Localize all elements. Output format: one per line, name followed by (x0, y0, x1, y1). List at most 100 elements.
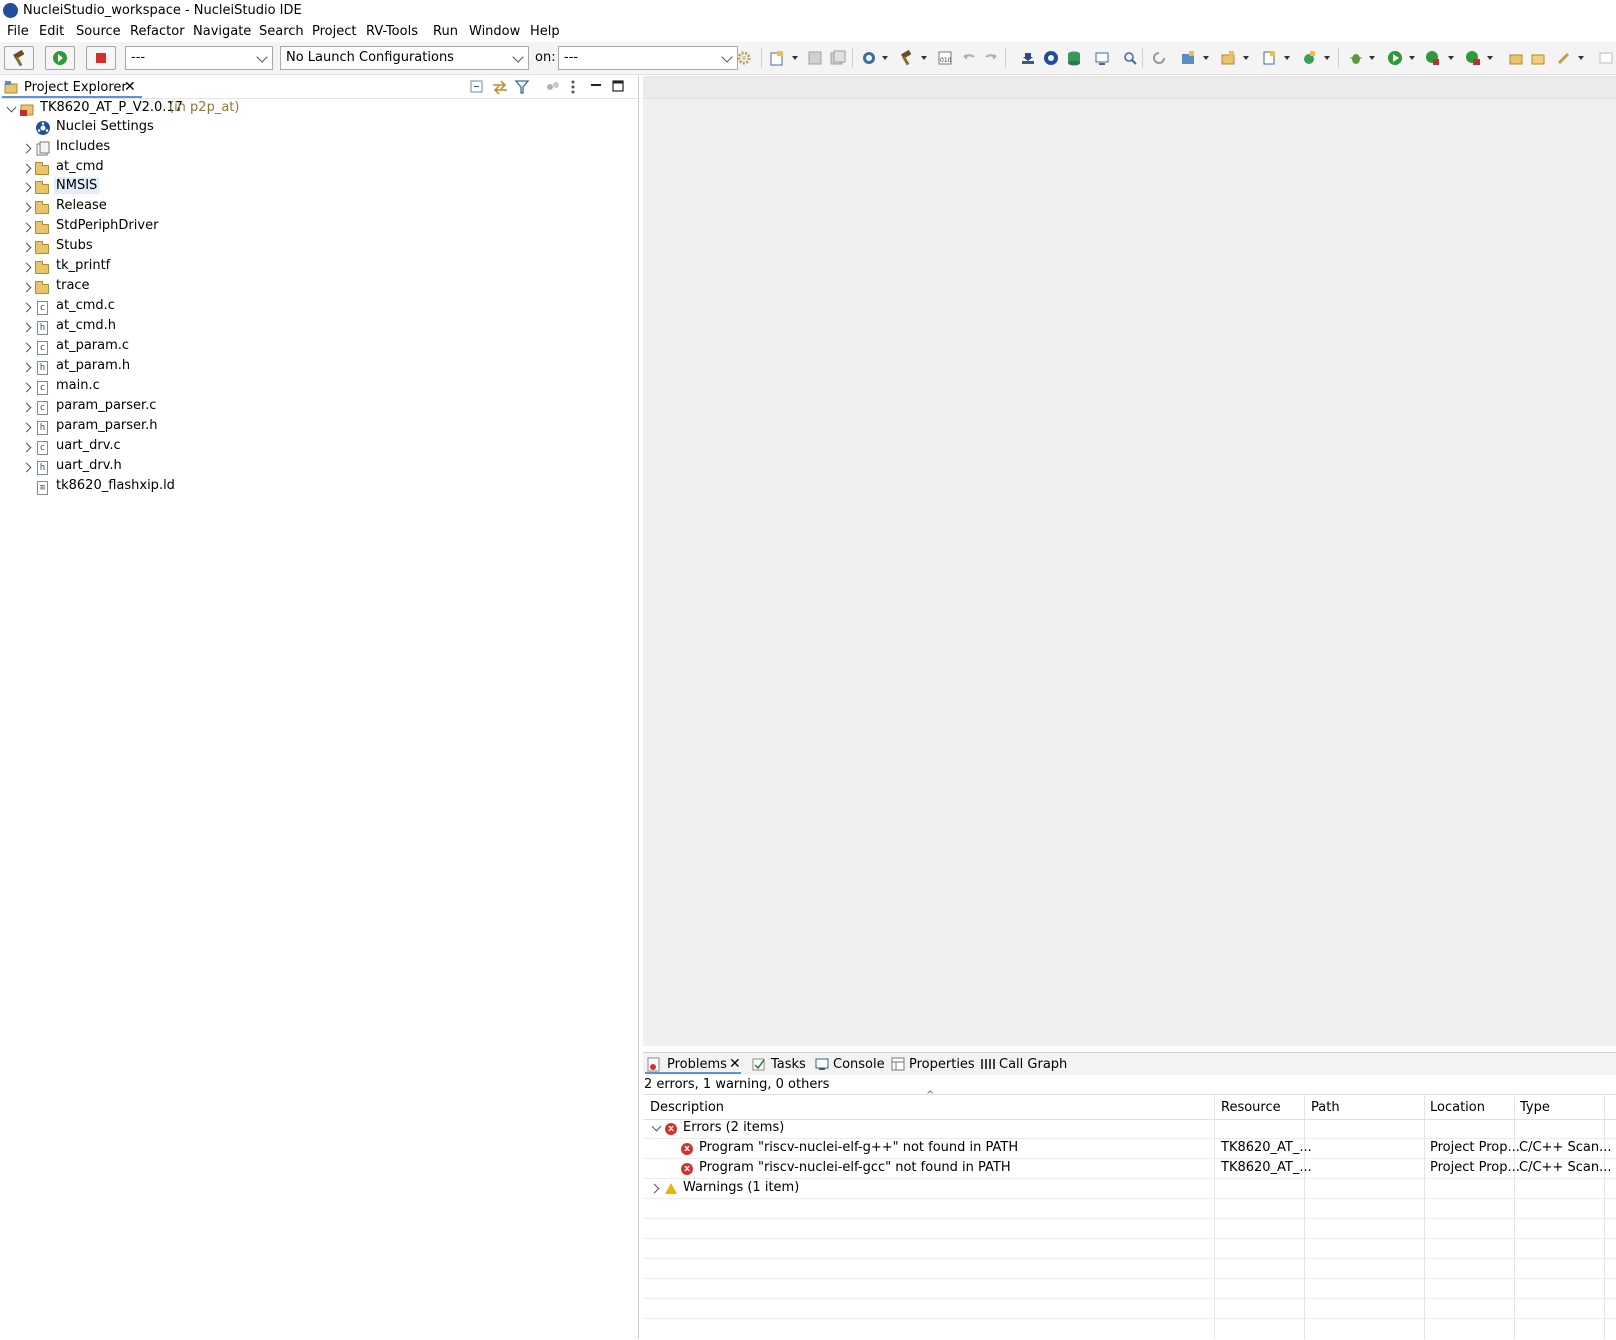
save-icon[interactable] (807, 50, 823, 66)
chevron-right-icon[interactable] (21, 163, 32, 174)
column-path[interactable]: Path (1311, 1100, 1340, 1115)
tab-tasks[interactable]: Tasks (771, 1057, 806, 1072)
terminal-icon[interactable] (1094, 50, 1110, 66)
debug-bug-icon[interactable] (1348, 50, 1364, 66)
chevron-right-icon[interactable] (21, 322, 32, 333)
sync-icon[interactable] (545, 79, 561, 95)
build-dropdown-icon[interactable] (921, 56, 927, 60)
table-row[interactable]: x Program "riscv-nuclei-elf-gcc" not fou… (643, 1159, 1616, 1179)
menu-refactor[interactable]: Refactor (130, 24, 185, 39)
pin-icon[interactable] (1556, 50, 1572, 66)
chevron-right-icon[interactable] (21, 362, 32, 373)
errors-group-row[interactable]: x Errors (2 items) (643, 1119, 1616, 1139)
maximize-icon[interactable] (611, 79, 625, 93)
tree-item[interactable]: tk_printf (20, 258, 620, 278)
undo-icon[interactable] (961, 50, 977, 66)
chevron-right-icon[interactable] (21, 342, 32, 353)
new-class-dropdown-icon[interactable] (1324, 56, 1330, 60)
chevron-right-icon[interactable] (21, 202, 32, 213)
new-project-dropdown-icon[interactable] (1203, 56, 1209, 60)
column-description[interactable]: Description (650, 1100, 724, 1115)
database-icon[interactable] (1066, 50, 1082, 66)
chevron-down-icon[interactable] (6, 102, 17, 113)
chevron-right-icon[interactable] (21, 182, 32, 193)
menu-rv-tools[interactable]: RV-Tools (366, 24, 418, 39)
tree-item[interactable]: ≡ tk8620_flashxip.ld (20, 478, 620, 498)
launch-config-combo[interactable]: No Launch Configurations (280, 46, 529, 70)
tree-item[interactable]: Includes (20, 139, 620, 159)
debug-target-icon[interactable] (861, 50, 877, 66)
tree-item[interactable]: c uart_drv.c (20, 438, 620, 458)
menu-search[interactable]: Search (259, 24, 304, 39)
perspective-icon[interactable] (1598, 50, 1614, 66)
new-icon[interactable] (769, 50, 785, 66)
launch-mode-combo[interactable]: --- (125, 46, 273, 70)
binary-icon[interactable]: 010 (937, 50, 953, 66)
column-location[interactable]: Location (1430, 1100, 1485, 1115)
tree-item[interactable]: trace (20, 278, 620, 298)
open-folder-dropdown-icon[interactable] (1243, 56, 1249, 60)
launch-settings-gear-icon[interactable] (736, 50, 752, 66)
chevron-right-icon[interactable] (21, 282, 32, 293)
chevron-right-icon[interactable] (21, 143, 32, 154)
chevron-right-icon[interactable] (21, 462, 32, 473)
menu-file[interactable]: File (7, 24, 29, 39)
new-project-icon[interactable] (1180, 50, 1196, 66)
tree-item[interactable]: Release (20, 198, 620, 218)
view-menu-icon[interactable] (568, 79, 578, 95)
tree-item[interactable]: c main.c (20, 378, 620, 398)
debug-target-dropdown-icon[interactable] (882, 56, 888, 60)
menu-navigate[interactable]: Navigate (193, 24, 251, 39)
menu-help[interactable]: Help (530, 24, 560, 39)
nuclei-icon[interactable] (1043, 50, 1059, 66)
chevron-right-icon[interactable] (21, 242, 32, 253)
link-with-editor-icon[interactable] (491, 79, 509, 95)
menu-run[interactable]: Run (433, 24, 458, 39)
tab-problems[interactable]: Problems (667, 1057, 727, 1072)
pin-dropdown-icon[interactable] (1578, 56, 1584, 60)
build-hammer-icon[interactable] (898, 50, 914, 66)
project-explorer-tab[interactable]: Project Explorer (24, 80, 127, 95)
build-button[interactable] (4, 46, 34, 70)
coverage-icon[interactable] (1425, 50, 1441, 66)
search-tool-icon[interactable] (1122, 50, 1138, 66)
chevron-right-icon[interactable] (21, 262, 32, 273)
close-icon[interactable]: ✕ (124, 79, 136, 95)
new-dropdown-icon[interactable] (792, 56, 798, 60)
new-source-dropdown-icon[interactable] (1284, 56, 1290, 60)
chevron-right-icon[interactable] (21, 422, 32, 433)
tree-item[interactable]: c param_parser.c (20, 398, 620, 418)
menu-project[interactable]: Project (312, 24, 356, 39)
chevron-right-icon[interactable] (21, 302, 32, 313)
tab-properties[interactable]: Properties (909, 1057, 975, 1072)
filter-icon[interactable] (514, 79, 530, 95)
menu-edit[interactable]: Edit (39, 24, 64, 39)
open-type-icon[interactable] (1508, 50, 1524, 66)
run-dropdown-icon[interactable] (1409, 56, 1415, 60)
tree-project-root[interactable]: TK8620_AT_P_V2.0.17 (in p2p_at) (6, 100, 626, 120)
launch-button[interactable] (45, 46, 75, 70)
open-folder-icon[interactable] (1220, 50, 1236, 66)
collapse-all-icon[interactable] (469, 79, 485, 95)
chevron-right-icon[interactable] (21, 382, 32, 393)
redo-icon[interactable] (983, 50, 999, 66)
external-tools-icon[interactable] (1465, 50, 1481, 66)
chevron-right-icon[interactable] (21, 442, 32, 453)
download-icon[interactable] (1020, 50, 1036, 66)
minimize-icon[interactable] (589, 79, 603, 93)
run-tool-icon[interactable] (1387, 50, 1403, 66)
warnings-group-row[interactable]: Warnings (1 item) (643, 1179, 1616, 1199)
new-class-icon[interactable] (1301, 50, 1317, 66)
tab-console[interactable]: Console (833, 1057, 885, 1072)
tree-item[interactable]: Stubs (20, 238, 620, 258)
debug-dropdown-icon[interactable] (1369, 56, 1375, 60)
save-all-icon[interactable] (830, 50, 846, 66)
chevron-right-icon[interactable] (649, 1183, 660, 1194)
column-type[interactable]: Type (1520, 1100, 1550, 1115)
chevron-right-icon[interactable] (21, 402, 32, 413)
tree-item[interactable]: NMSIS (20, 177, 620, 198)
tree-item[interactable]: StdPeriphDriver (20, 218, 620, 238)
open-resource-icon[interactable] (1530, 50, 1546, 66)
tree-item[interactable]: h uart_drv.h (20, 458, 620, 478)
column-resource[interactable]: Resource (1221, 1100, 1281, 1115)
